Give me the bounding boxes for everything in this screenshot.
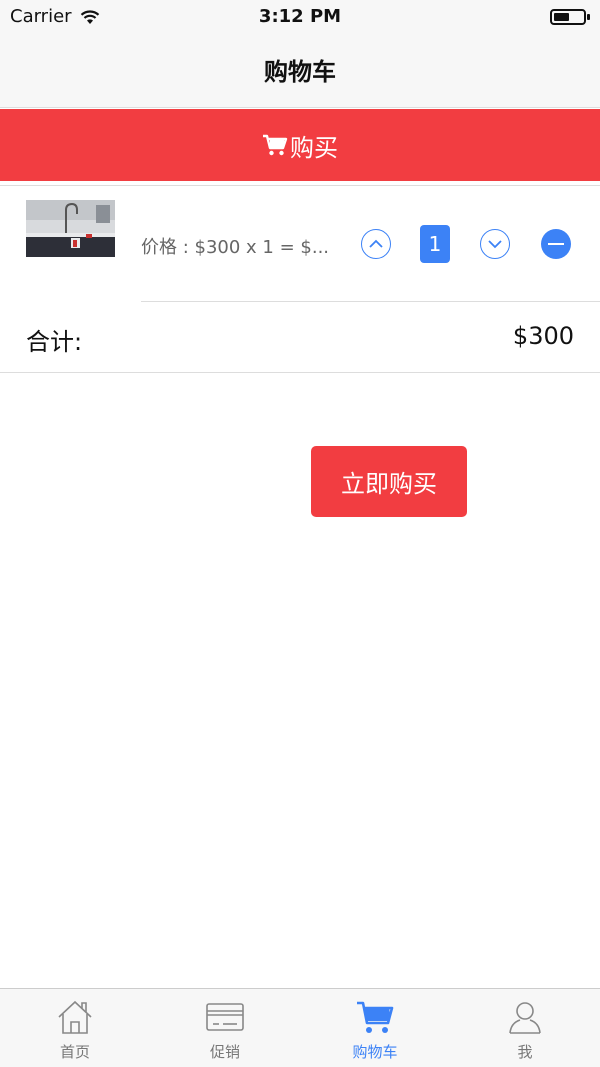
tab-promotions-label: 促销	[209, 1043, 240, 1061]
tab-promotions[interactable]: 促销	[150, 989, 300, 1067]
navigation-bar: 购物车	[0, 40, 600, 108]
buy-now-button[interactable]: 立即购买	[311, 446, 467, 517]
tab-home-label: 首页	[59, 1043, 90, 1061]
status-bar: Carrier 3:12 PM	[0, 0, 600, 40]
tab-cart-label: 购物车	[352, 1043, 398, 1061]
chevron-down-icon	[488, 240, 502, 249]
status-time: 3:12 PM	[258, 6, 342, 27]
battery-icon	[550, 9, 590, 25]
increase-quantity-button[interactable]	[361, 229, 391, 259]
tab-profile-label: 我	[517, 1043, 533, 1061]
page-title: 购物车	[264, 58, 336, 86]
buy-banner-button[interactable]: 购买	[0, 109, 600, 181]
total-value: $300	[512, 322, 574, 350]
minus-icon	[548, 243, 564, 245]
cart-icon	[357, 1001, 394, 1033]
divider	[0, 372, 600, 373]
tab-cart[interactable]: 购物车	[300, 989, 450, 1067]
total-label: 合计:	[26, 328, 83, 356]
buy-banner-label: 购买	[290, 133, 338, 162]
product-thumbnail[interactable]	[26, 200, 115, 257]
total-row: 合计: $300	[0, 302, 600, 372]
tab-profile[interactable]: 我	[450, 989, 600, 1067]
person-icon	[509, 1002, 541, 1034]
battery-level	[554, 13, 569, 21]
tab-home[interactable]: 首页	[0, 989, 150, 1067]
cart-icon	[263, 134, 288, 156]
product-image	[26, 200, 115, 257]
card-icon	[206, 1003, 244, 1031]
cart-item-row: 价格 : $300 x 1 = $... 1	[0, 186, 600, 301]
tab-bar: 首页 促销 购物车 我	[0, 988, 600, 1067]
remove-item-button[interactable]	[541, 229, 571, 259]
home-icon	[58, 1000, 92, 1034]
decrease-quantity-button[interactable]	[480, 229, 510, 259]
quantity-display[interactable]: 1	[420, 225, 450, 263]
item-price-text: 价格 : $300 x 1 = $...	[141, 237, 330, 258]
chevron-up-icon	[369, 239, 383, 248]
